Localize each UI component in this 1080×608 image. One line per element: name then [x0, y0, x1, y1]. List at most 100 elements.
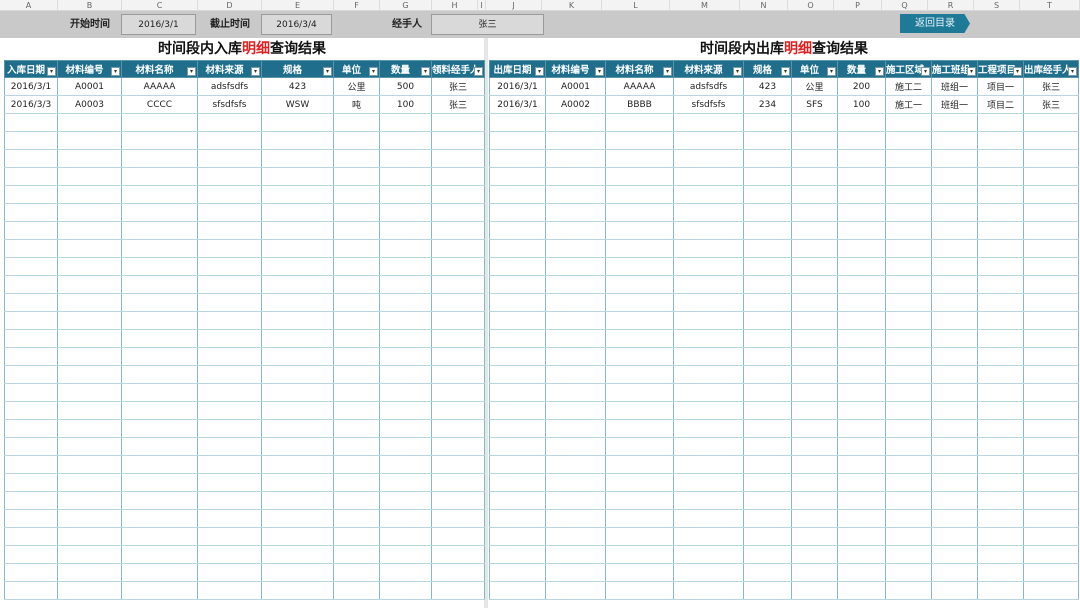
table-cell[interactable]	[605, 311, 674, 330]
table-cell[interactable]	[743, 329, 792, 348]
table-cell[interactable]	[743, 563, 792, 582]
table-cell[interactable]	[489, 185, 546, 204]
table-cell[interactable]	[4, 383, 58, 402]
table-cell[interactable]	[57, 257, 122, 276]
table-cell[interactable]	[489, 401, 546, 420]
table-cell[interactable]	[4, 365, 58, 384]
table-cell[interactable]	[605, 113, 674, 132]
table-cell[interactable]	[57, 581, 122, 600]
table-cell[interactable]	[977, 527, 1024, 546]
table-cell[interactable]	[885, 491, 932, 510]
column-letter[interactable]: I	[478, 0, 486, 11]
table-cell[interactable]	[837, 203, 886, 222]
table-cell[interactable]	[431, 167, 485, 186]
table-cell[interactable]	[379, 185, 432, 204]
table-cell[interactable]	[333, 365, 380, 384]
table-cell[interactable]	[673, 383, 744, 402]
table-cell[interactable]	[837, 455, 886, 474]
table-cell[interactable]: 100	[379, 95, 432, 114]
table-cell[interactable]	[545, 563, 606, 582]
table-cell[interactable]	[261, 149, 334, 168]
table-cell[interactable]	[1023, 527, 1079, 546]
table-cell[interactable]	[977, 311, 1024, 330]
table-cell[interactable]	[1023, 545, 1079, 564]
table-cell[interactable]	[431, 581, 485, 600]
table-cell[interactable]	[605, 509, 674, 528]
table-cell[interactable]: sfsdfsfs	[197, 95, 262, 114]
table-cell[interactable]: 100	[837, 95, 886, 114]
table-cell[interactable]	[197, 419, 262, 438]
table-cell[interactable]	[1023, 491, 1079, 510]
table-cell[interactable]	[261, 311, 334, 330]
table-cell[interactable]	[837, 167, 886, 186]
table-cell[interactable]: CCCC	[121, 95, 198, 114]
table-cell[interactable]	[431, 527, 485, 546]
filter-dropdown-icon[interactable]: ▾	[535, 67, 544, 76]
table-cell[interactable]	[379, 293, 432, 312]
table-cell[interactable]: 张三	[1023, 77, 1079, 96]
table-cell[interactable]	[379, 383, 432, 402]
table-cell[interactable]	[791, 311, 838, 330]
table-cell[interactable]	[4, 131, 58, 150]
table-cell[interactable]	[605, 347, 674, 366]
table-cell[interactable]	[605, 419, 674, 438]
table-cell[interactable]	[885, 149, 932, 168]
table-cell[interactable]	[489, 167, 546, 186]
table-cell[interactable]	[431, 329, 485, 348]
table-cell[interactable]	[57, 203, 122, 222]
table-cell[interactable]	[121, 365, 198, 384]
table-cell[interactable]	[57, 239, 122, 258]
table-cell[interactable]	[121, 149, 198, 168]
column-letter[interactable]: A	[0, 0, 58, 11]
table-cell[interactable]	[197, 527, 262, 546]
table-cell[interactable]	[743, 437, 792, 456]
table-cell[interactable]	[197, 131, 262, 150]
table-cell[interactable]	[743, 185, 792, 204]
table-cell[interactable]	[837, 293, 886, 312]
table-cell[interactable]	[261, 383, 334, 402]
table-cell[interactable]	[837, 221, 886, 240]
table-cell[interactable]: 423	[261, 77, 334, 96]
table-cell[interactable]	[545, 473, 606, 492]
table-cell[interactable]	[931, 347, 978, 366]
table-cell[interactable]: 项目二	[977, 95, 1024, 114]
back-to-menu-button[interactable]: 返回目录	[900, 14, 970, 33]
table-cell[interactable]	[743, 581, 792, 600]
table-cell[interactable]	[605, 167, 674, 186]
table-cell[interactable]	[379, 473, 432, 492]
table-cell[interactable]	[791, 473, 838, 492]
table-cell[interactable]	[673, 491, 744, 510]
table-cell[interactable]	[545, 527, 606, 546]
table-cell[interactable]	[333, 491, 380, 510]
table-cell[interactable]: 2016/3/3	[4, 95, 58, 114]
table-cell[interactable]	[977, 203, 1024, 222]
table-cell[interactable]: 施工一	[885, 95, 932, 114]
table-cell[interactable]	[121, 275, 198, 294]
table-cell[interactable]	[489, 149, 546, 168]
table-cell[interactable]	[197, 311, 262, 330]
table-cell[interactable]	[121, 329, 198, 348]
table-cell[interactable]	[197, 545, 262, 564]
table-cell[interactable]	[791, 347, 838, 366]
table-cell[interactable]	[1023, 239, 1079, 258]
table-cell[interactable]	[489, 113, 546, 132]
column-letter[interactable]: Q	[882, 0, 928, 11]
table-cell[interactable]	[673, 527, 744, 546]
table-cell[interactable]	[673, 563, 744, 582]
table-cell[interactable]	[545, 203, 606, 222]
table-cell[interactable]	[673, 221, 744, 240]
filter-dropdown-icon[interactable]: ▾	[921, 67, 930, 76]
table-cell[interactable]	[333, 545, 380, 564]
table-cell[interactable]	[431, 221, 485, 240]
table-cell[interactable]	[1023, 563, 1079, 582]
table-cell[interactable]	[743, 383, 792, 402]
filter-dropdown-icon[interactable]: ▾	[251, 67, 260, 76]
table-cell[interactable]	[605, 221, 674, 240]
table-cell[interactable]	[605, 149, 674, 168]
table-cell[interactable]	[743, 239, 792, 258]
column-letter[interactable]: P	[834, 0, 882, 11]
table-cell[interactable]	[837, 491, 886, 510]
table-cell[interactable]	[605, 131, 674, 150]
table-cell[interactable]	[261, 185, 334, 204]
table-cell[interactable]	[673, 581, 744, 600]
